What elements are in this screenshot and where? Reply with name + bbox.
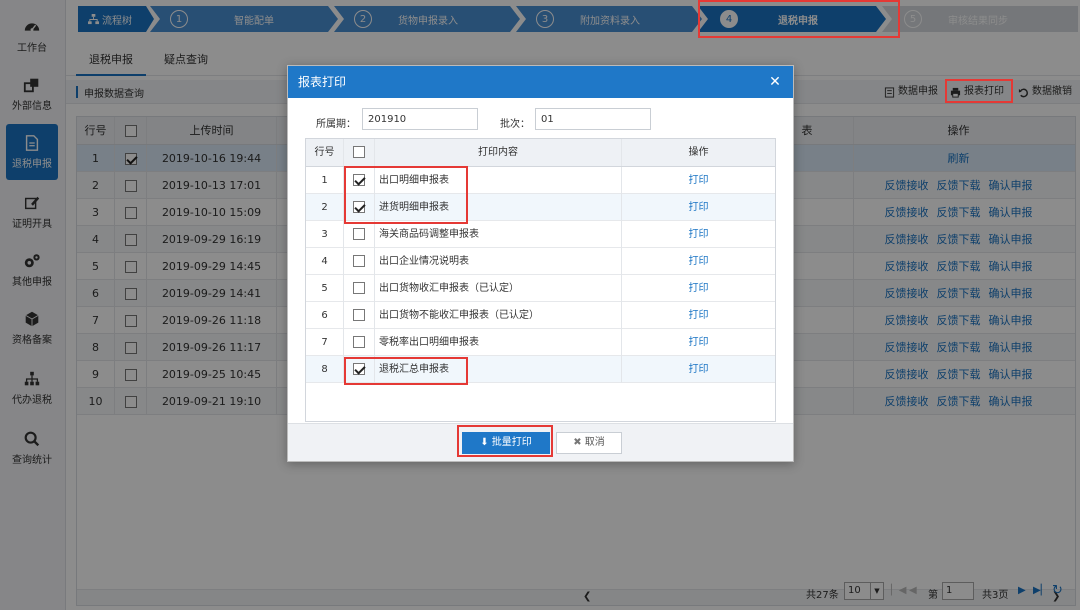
row-print-content: 出口货物不能收汇申报表（已认定） [375, 302, 622, 329]
header-print-content: 打印内容 [375, 139, 622, 166]
row-checkbox[interactable] [353, 255, 365, 267]
cancel-label: 取消 [584, 437, 605, 448]
row-print-content: 海关商品码调整申报表 [375, 221, 622, 248]
row-checkbox-cell[interactable] [344, 167, 375, 194]
select-all-checkbox[interactable] [353, 146, 365, 158]
row-checkbox[interactable] [353, 336, 365, 348]
print-link[interactable]: 打印 [622, 356, 775, 383]
print-link[interactable]: 打印 [622, 194, 775, 221]
table-row[interactable]: 8 退税汇总申报表 打印 [306, 356, 775, 383]
print-link[interactable]: 打印 [622, 329, 775, 356]
table-row[interactable]: 2 进货明细申报表 打印 [306, 194, 775, 221]
row-no: 6 [306, 302, 344, 329]
print-link[interactable]: 打印 [622, 275, 775, 302]
row-checkbox[interactable] [353, 201, 365, 213]
print-link[interactable]: 打印 [622, 221, 775, 248]
table-header: 行号 打印内容 操作 [306, 139, 775, 167]
row-print-content: 进货明细申报表 [375, 194, 622, 221]
cancel-button[interactable]: ✖ 取消 [556, 432, 622, 454]
row-checkbox-cell[interactable] [344, 275, 375, 302]
table-row[interactable]: 1 出口明细申报表 打印 [306, 167, 775, 194]
dialog-title: 报表打印 [288, 66, 793, 98]
report-print-dialog: 报表打印 ✕ 所属期： 批次： 行号 打印内容 操作 1出口明细申报表打印2进货… [287, 65, 794, 462]
batch-print-label: 批量打印 [491, 437, 532, 448]
row-print-content: 出口企业情况说明表 [375, 248, 622, 275]
batch-label: 批次： [500, 119, 530, 130]
row-no: 2 [306, 194, 344, 221]
print-content-table: 行号 打印内容 操作 1 出口明细申报表 打印 2 进货明细申报表 打印 3 海关商品码调整申… [305, 138, 776, 422]
table-row[interactable]: 3 海关商品码调整申报表 打印 [306, 221, 775, 248]
header-row-no: 行号 [306, 139, 344, 166]
row-checkbox[interactable] [353, 363, 365, 375]
row-checkbox-cell[interactable] [344, 194, 375, 221]
row-no: 1 [306, 167, 344, 194]
row-print-content: 零税率出口明细申报表 [375, 329, 622, 356]
header-action: 操作 [688, 147, 709, 158]
period-label: 所属期： [316, 119, 356, 130]
print-link[interactable]: 打印 [622, 302, 775, 329]
print-link[interactable]: 打印 [622, 248, 775, 275]
row-print-content: 退税汇总申报表 [375, 356, 622, 383]
row-no: 8 [306, 356, 344, 383]
row-no: 5 [306, 275, 344, 302]
row-print-content: 出口货物收汇申报表（已认定） [375, 275, 622, 302]
close-icon: ✖ [573, 437, 582, 448]
dialog-footer: ⬇ 批量打印 ✖ 取消 [288, 423, 793, 461]
row-checkbox[interactable] [353, 309, 365, 321]
batch-input[interactable] [535, 108, 651, 130]
close-icon[interactable]: ✕ [767, 74, 783, 90]
table-row[interactable]: 4 出口企业情况说明表 打印 [306, 248, 775, 275]
row-no: 7 [306, 329, 344, 356]
row-checkbox[interactable] [353, 174, 365, 186]
table-row[interactable]: 5 出口货物收汇申报表（已认定） 打印 [306, 275, 775, 302]
download-icon: ⬇ [480, 437, 489, 448]
row-checkbox-cell[interactable] [344, 302, 375, 329]
row-checkbox-cell[interactable] [344, 329, 375, 356]
header-select-all[interactable] [344, 139, 375, 166]
row-print-content: 出口明细申报表 [375, 167, 622, 194]
row-checkbox-cell[interactable] [344, 248, 375, 275]
print-link[interactable]: 打印 [622, 167, 775, 194]
row-checkbox[interactable] [353, 282, 365, 294]
row-checkbox-cell[interactable] [344, 221, 375, 248]
table-row[interactable]: 6 出口货物不能收汇申报表（已认定） 打印 [306, 302, 775, 329]
row-checkbox[interactable] [353, 228, 365, 240]
period-input[interactable] [362, 108, 478, 130]
row-no: 4 [306, 248, 344, 275]
row-no: 3 [306, 221, 344, 248]
row-checkbox-cell[interactable] [344, 356, 375, 383]
batch-print-button[interactable]: ⬇ 批量打印 [462, 432, 550, 454]
table-row[interactable]: 7 零税率出口明细申报表 打印 [306, 329, 775, 356]
